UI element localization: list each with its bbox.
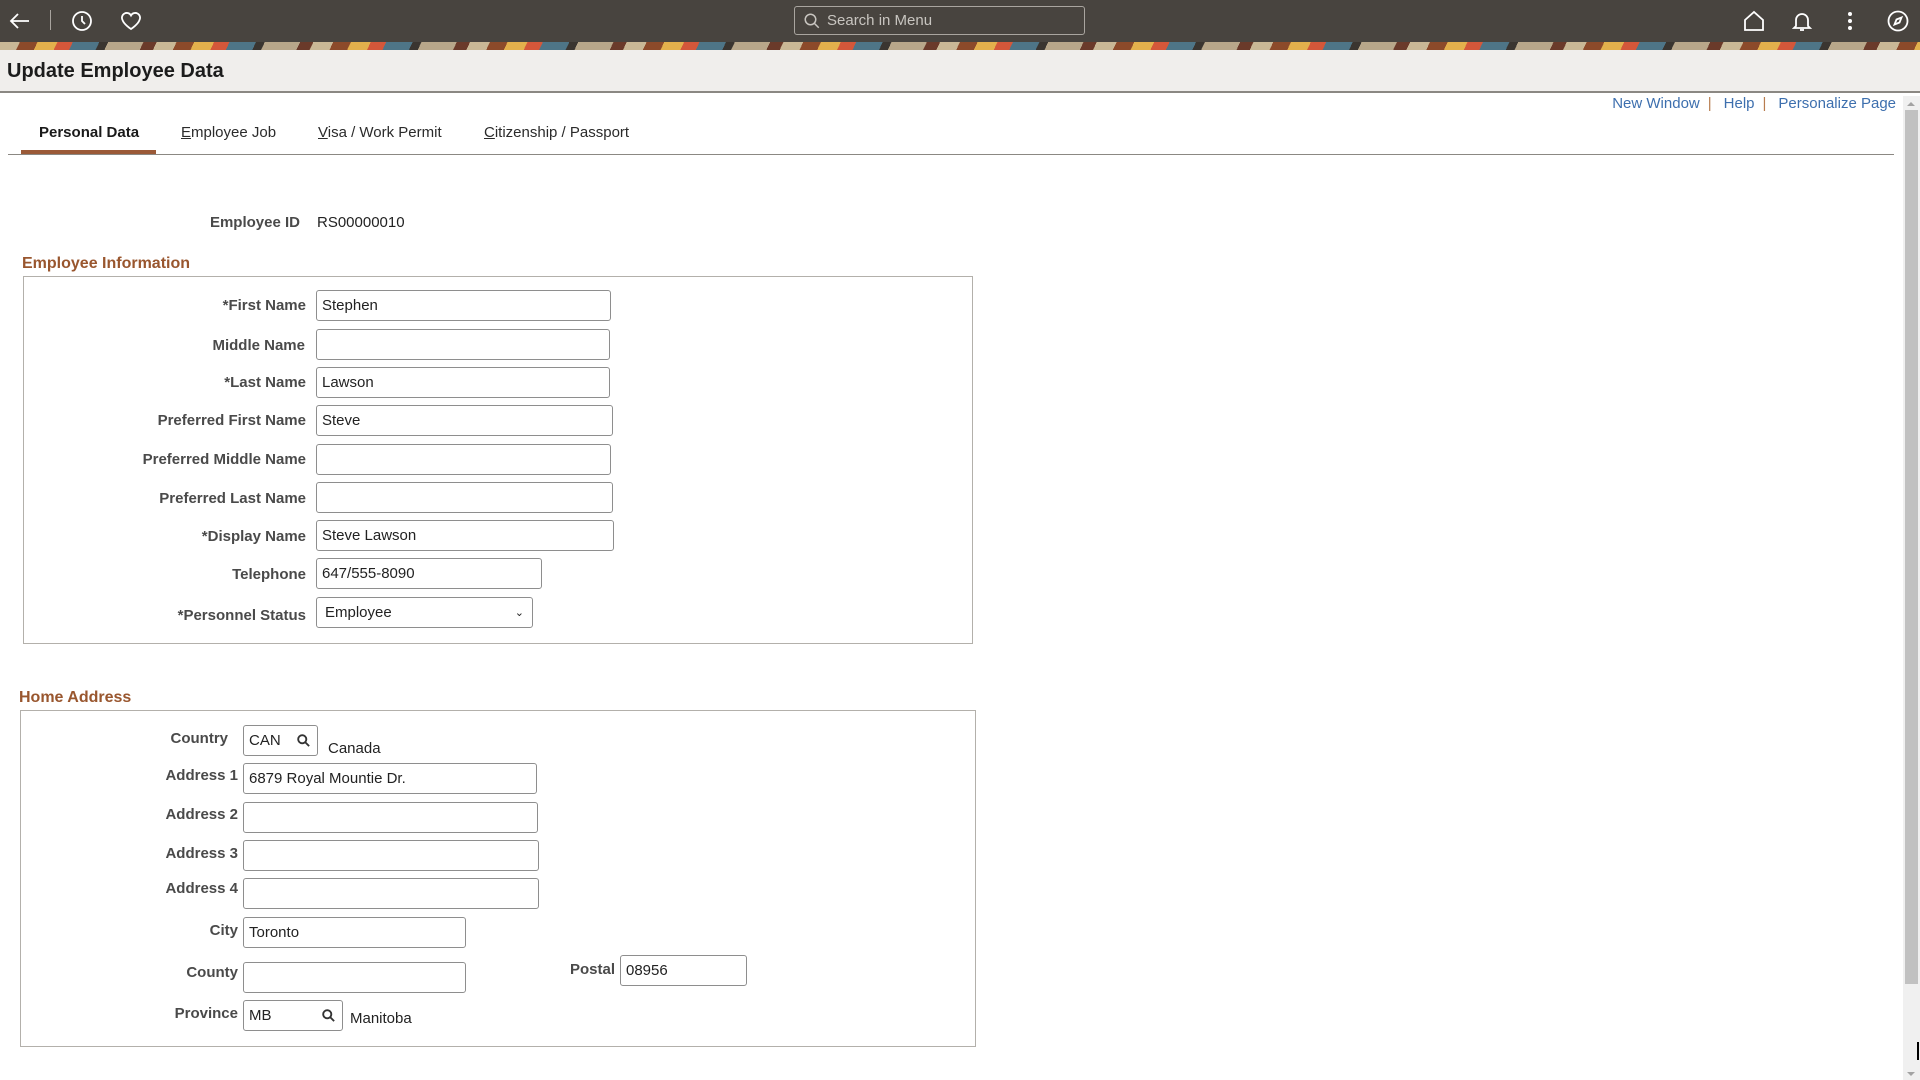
back-arrow-icon[interactable] xyxy=(5,6,35,36)
personnel-status-select[interactable]: Employee ⌄ xyxy=(316,597,533,628)
display-name-label: *Display Name xyxy=(201,528,306,545)
address1-input[interactable] xyxy=(243,763,537,794)
tab-label: Personal Data xyxy=(39,124,140,141)
preferred-first-name-input[interactable] xyxy=(316,405,613,436)
text-cursor xyxy=(1917,1042,1919,1060)
preferred-middle-name-input[interactable] xyxy=(316,444,611,475)
search-menu-box[interactable] xyxy=(794,6,1085,35)
address3-label: Address 3 xyxy=(165,845,238,862)
employee-id-label: Employee ID xyxy=(209,214,300,231)
tab-employee-job[interactable]: Employee Job xyxy=(181,124,276,141)
active-tab-indicator xyxy=(21,150,156,154)
personnel-status-label: *Personnel Status xyxy=(177,607,306,624)
tab-citizenship-passport[interactable]: Citizenship / Passport xyxy=(484,124,629,141)
employee-information-title: Employee Information xyxy=(22,255,191,272)
address4-label: Address 4 xyxy=(165,880,238,897)
country-label: Country xyxy=(170,730,229,747)
personnel-status-value: Employee xyxy=(325,604,392,621)
city-label: City xyxy=(209,922,238,939)
home-address-title: Home Address xyxy=(19,689,132,706)
middle-name-label: Middle Name xyxy=(212,337,305,354)
county-label: County xyxy=(186,964,238,981)
search-icon xyxy=(804,13,820,28)
preferred-first-name-label: Preferred First Name xyxy=(157,412,306,429)
topbar-divider xyxy=(50,10,51,30)
tab-accel-key: E xyxy=(181,124,192,141)
scroll-up-arrow-icon[interactable] xyxy=(1907,102,1915,106)
tab-visa-work-permit[interactable]: Visa / Work Permit xyxy=(318,124,442,141)
page-utility-links: New Window | Help | Personalize Page xyxy=(1612,95,1896,112)
last-name-input[interactable] xyxy=(316,367,610,398)
search-input[interactable] xyxy=(827,12,1067,29)
province-value: MB xyxy=(249,1007,272,1024)
last-name-label: *Last Name xyxy=(224,374,306,391)
first-name-label: *First Name xyxy=(222,297,306,314)
postal-input[interactable] xyxy=(620,955,747,986)
tab-label: mployee Job xyxy=(191,124,277,141)
recent-history-icon[interactable] xyxy=(67,6,97,36)
decorative-banner xyxy=(0,42,1920,50)
telephone-input[interactable] xyxy=(316,558,542,589)
province-label: Province xyxy=(174,1005,238,1022)
first-name-input[interactable] xyxy=(316,290,611,321)
actions-kebab-icon[interactable] xyxy=(1835,6,1865,36)
country-description: Canada xyxy=(328,740,381,757)
preferred-last-name-label: Preferred Last Name xyxy=(159,490,306,507)
tab-accel-key: V xyxy=(318,124,328,141)
postal-label: Postal xyxy=(569,961,615,978)
page-title-bar: Update Employee Data xyxy=(0,50,1920,93)
notifications-bell-icon[interactable] xyxy=(1787,6,1817,36)
address3-input[interactable] xyxy=(243,840,539,871)
page-title: Update Employee Data xyxy=(7,60,224,82)
province-description: Manitoba xyxy=(350,1010,412,1027)
country-lookup-field[interactable]: CAN xyxy=(243,725,318,756)
search-icon[interactable] xyxy=(294,732,312,750)
personalize-page-link[interactable]: Personalize Page xyxy=(1778,95,1896,112)
display-name-input[interactable] xyxy=(316,520,614,551)
vertical-scrollbar[interactable] xyxy=(1903,96,1920,1080)
province-lookup-field[interactable]: MB xyxy=(243,1000,343,1031)
new-window-link[interactable]: New Window xyxy=(1612,95,1700,112)
help-link[interactable]: Help xyxy=(1724,95,1755,112)
tab-personal-data[interactable]: Personal Data xyxy=(39,124,139,141)
employee-id-value: RS00000010 xyxy=(317,214,405,231)
favorites-heart-icon[interactable] xyxy=(116,6,146,36)
scroll-down-arrow-icon[interactable] xyxy=(1907,1072,1915,1076)
search-icon[interactable] xyxy=(319,1007,337,1025)
preferred-middle-name-label: Preferred Middle Name xyxy=(142,451,306,468)
preferred-last-name-input[interactable] xyxy=(316,482,613,513)
country-value: CAN xyxy=(249,732,281,749)
address2-input[interactable] xyxy=(243,802,538,833)
page-tabs: Personal Data Employee Job Visa / Work P… xyxy=(8,116,1894,155)
telephone-label: Telephone xyxy=(232,566,306,583)
address1-label: Address 1 xyxy=(165,767,238,784)
county-input[interactable] xyxy=(243,962,466,993)
tab-label: isa / Work Permit xyxy=(327,124,442,141)
middle-name-input[interactable] xyxy=(316,329,610,360)
home-icon[interactable] xyxy=(1739,6,1769,36)
city-input[interactable] xyxy=(243,917,466,948)
address4-input[interactable] xyxy=(243,878,539,909)
scrollbar-thumb[interactable] xyxy=(1905,110,1918,984)
address2-label: Address 2 xyxy=(165,806,238,823)
tab-label: itizenship / Passport xyxy=(494,124,630,141)
tab-accel-key: C xyxy=(484,124,495,141)
chevron-down-icon: ⌄ xyxy=(514,607,524,619)
link-separator: | xyxy=(1762,95,1767,112)
navbar-compass-icon[interactable] xyxy=(1883,6,1913,36)
link-separator: | xyxy=(1707,95,1712,112)
top-navigation-bar xyxy=(0,0,1920,42)
